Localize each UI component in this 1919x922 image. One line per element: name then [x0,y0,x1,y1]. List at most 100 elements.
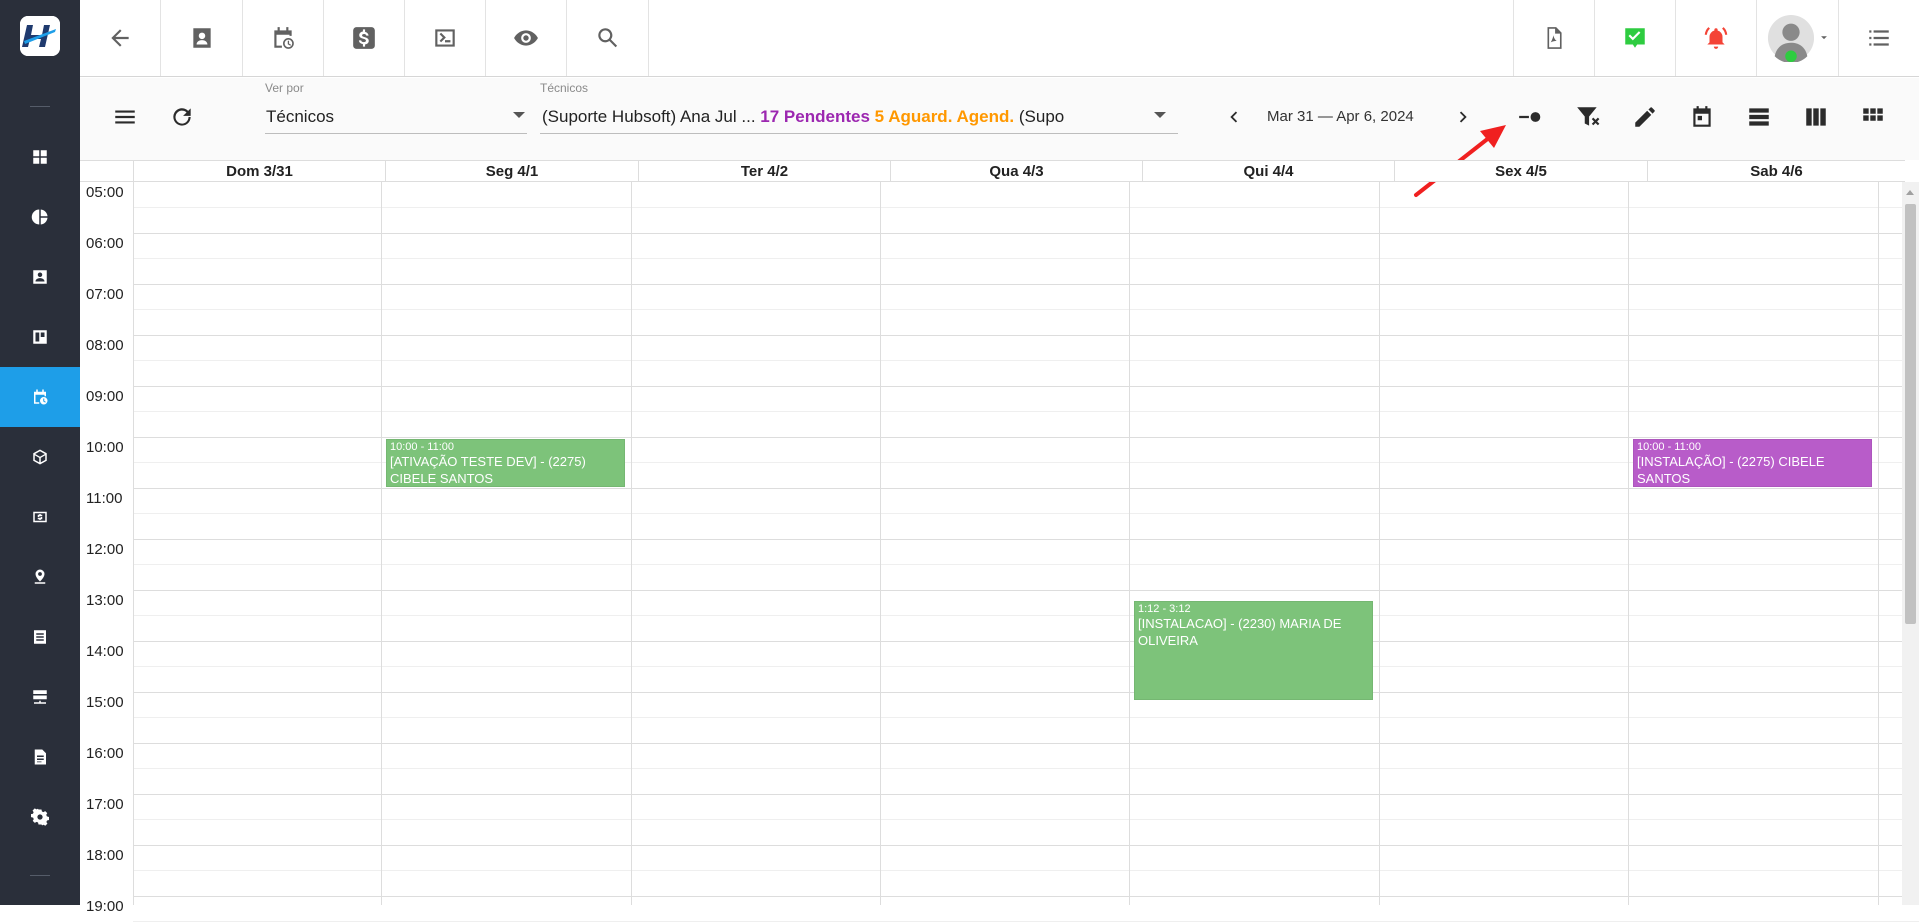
app-logo[interactable] [20,16,60,56]
calendar-clock-icon [34,389,48,405]
week-view-button[interactable] [1796,97,1836,137]
day-header[interactable]: Qua 4/3 [890,161,1142,182]
contacts-button[interactable] [161,0,243,76]
day-header[interactable]: Dom 3/31 [133,161,385,182]
day-header[interactable]: Ter 4/2 [638,161,890,182]
finance-button[interactable] [324,0,405,76]
tech-select[interactable]: (Suporte Hubsoft) Ana Jul ... 17 Pendent… [542,107,1230,127]
hour-gridline [133,590,1919,591]
hour-label: 15:00 [86,694,124,711]
half-hour-gridline [133,819,1919,820]
view-by-caret[interactable] [513,112,525,118]
sidebar-item-contacts[interactable] [0,247,80,307]
view-by-select[interactable]: Técnicos [266,107,466,127]
sidebar-item-servers[interactable] [0,667,80,727]
hour-label: 13:00 [86,592,124,609]
hour-gridline [133,896,1919,897]
pending-count: 17 Pendentes [760,107,870,126]
user-menu[interactable] [1756,0,1838,76]
calendar-day-icon [1693,106,1711,127]
clear-filter-button[interactable] [1568,97,1608,137]
menu-toggle-button[interactable] [105,97,145,137]
half-hour-gridline [133,870,1919,871]
terminal-icon [435,29,455,47]
edit-button[interactable] [1625,97,1665,137]
day-header[interactable]: Sex 4/5 [1394,161,1647,182]
view-button[interactable] [486,0,567,76]
list-view-button[interactable] [1739,97,1779,137]
tasks-button[interactable] [1594,0,1675,76]
sidebar-item-board[interactable] [0,307,80,367]
alerts-button[interactable] [1675,0,1756,76]
column-divider [631,182,632,905]
event-time: 10:00 - 11:00 [1637,441,1702,453]
tech-selected-prefix: (Suporte Hubsoft) Ana Jul ... [542,107,756,126]
tech-caret[interactable] [1154,112,1166,118]
refresh-button[interactable] [162,97,202,137]
hour-gridline [133,488,1919,489]
hour-gridline [133,284,1919,285]
calendar-event[interactable]: 10:00 - 11:00 [INSTALAÇÃO] - (2275) CIBE… [1633,439,1872,487]
hour-gridline [133,335,1919,336]
sidebar-item-map[interactable] [0,547,80,607]
half-hour-gridline [133,717,1919,718]
document-icon [34,749,46,765]
pdf-icon [1547,27,1562,49]
sidebar-item-list[interactable] [0,607,80,667]
sidebar-item-schedule[interactable] [0,367,80,427]
sidebar-item-dashboard[interactable] [0,127,80,187]
sidebar-divider [30,106,50,107]
day-header[interactable]: Sab 4/6 [1647,161,1905,182]
hour-label: 17:00 [86,796,124,813]
package-icon [33,449,47,465]
sidebar-item-reports[interactable] [0,187,80,247]
check-badge-icon [1625,28,1645,48]
search-icon [597,28,617,48]
half-hour-gridline [133,564,1919,565]
half-hour-gridline [133,666,1919,667]
half-hour-gridline [133,411,1919,412]
day-header[interactable]: Qui 4/4 [1142,161,1394,182]
hour-label: 19:00 [86,898,124,915]
view-by-label: Ver por [265,81,304,95]
sidebar-item-finance[interactable] [0,487,80,547]
calendar-toolbar: Ver por Técnicos Técnicos (Suporte Hubso… [80,78,1919,160]
calendar-header: Dom 3/31 Seg 4/1 Ter 4/2 Qua 4/3 Qui 4/4… [80,160,1905,182]
terminal-button[interactable] [405,0,486,76]
tech-underline [540,133,1178,134]
board-icon [33,330,47,344]
search-button[interactable] [567,0,649,76]
main-menu-button[interactable] [1838,0,1919,76]
chevron-left-icon [1230,111,1238,123]
back-button[interactable] [80,0,161,76]
scroll-up-icon[interactable] [1906,190,1914,195]
hour-gridline [133,437,1919,438]
pdf-button[interactable] [1513,0,1594,76]
calendar-event[interactable]: 10:00 - 11:00 [ATIVAÇÃO TESTE DEV] - (22… [386,439,625,487]
column-divider [133,182,134,905]
hour-label: 11:00 [86,490,123,507]
event-time: 1:12 - 3:12 [1138,603,1191,615]
month-view-button[interactable] [1853,97,1893,137]
column-divider [381,182,382,905]
calendar-event[interactable]: 1:12 - 3:12 [INSTALACAO] - (2230) MARIA … [1134,601,1373,700]
prev-week-button[interactable] [1214,97,1254,137]
hour-gridline [133,386,1919,387]
scrollbar-thumb[interactable] [1905,204,1916,624]
event-title: [INSTALAÇÃO] - (2275) CIBELE SANTOS [1637,454,1825,486]
view-by-underline [265,133,527,134]
calendar-scrollbar[interactable] [1902,182,1919,905]
day-view-button[interactable] [1682,97,1722,137]
sidebar-item-products[interactable] [0,427,80,487]
column-divider [880,182,881,905]
sidebar-item-documents[interactable] [0,727,80,787]
day-header[interactable]: Seg 4/1 [385,161,638,182]
hour-gridline [133,233,1919,234]
hour-label: 09:00 [86,388,124,405]
money-icon [33,511,47,523]
half-hour-gridline [133,615,1919,616]
chevron-down-icon [1821,36,1827,40]
settings-icon [31,808,49,826]
sidebar-item-settings[interactable] [0,787,80,847]
schedule-button[interactable] [243,0,324,76]
